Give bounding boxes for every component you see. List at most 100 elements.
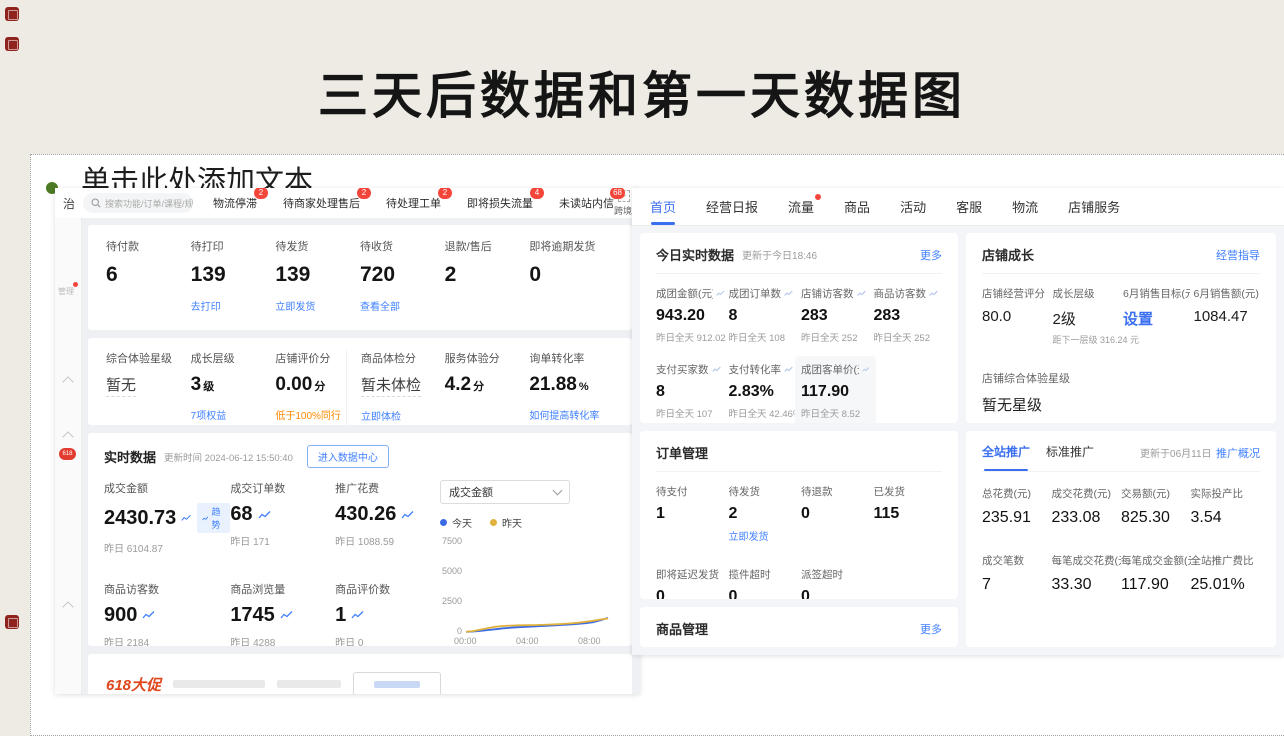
stat-previous: 昨日全天 252 xyxy=(801,330,870,344)
trend-icon[interactable] xyxy=(280,610,293,620)
stat-value[interactable]: 2级 xyxy=(1053,308,1120,329)
notification-badge: 4 xyxy=(530,188,544,199)
app-icon[interactable] xyxy=(5,7,19,21)
experience-link[interactable]: 7项权益 xyxy=(191,407,276,422)
growth-metrics: 店铺经营评分 80.0 成长层级 2级 距下一层级 316.24 元 xyxy=(982,286,1260,346)
experience-link[interactable]: 立即体检 xyxy=(361,408,445,423)
promotion-overview-link[interactable]: 推广概况 xyxy=(1216,445,1260,461)
tab-sitewide-promotion[interactable]: 全站推广 xyxy=(982,443,1030,462)
topbar-nav-item[interactable]: 未读站内信 68 xyxy=(559,195,614,211)
realtime-body: 成交金额 2430.73 趋势 昨日 6104.87 xyxy=(104,480,616,646)
chart-metric-select[interactable]: 成交金额 xyxy=(440,480,570,504)
tab-standard-promotion[interactable]: 标准推广 xyxy=(1046,443,1094,462)
experience-value-number: 4.2 xyxy=(445,374,471,395)
todo-action-link[interactable]: 立即发货 xyxy=(275,298,360,313)
todo-label: 退款/售后 xyxy=(445,238,530,254)
page: 三天后数据和第一天数据图 单击此处添加文本 治 搜索功能/订单/课程/规则/帮助… xyxy=(0,0,1284,694)
sidebar-item-label[interactable]: 管理 xyxy=(58,286,74,297)
stat-cell: 成团客单价(元) 117.90 昨日全天 8.52 xyxy=(795,356,876,423)
edge-label: 跨境 xyxy=(614,204,634,217)
trend-icon[interactable] xyxy=(351,610,364,620)
dashboard-day3: 首页 经营日报 流量 商品 活动 客服 物流 店铺服务 今日实时数据 xyxy=(632,188,1284,655)
topbar-nav-item[interactable]: 待处理工单 2 xyxy=(386,195,441,211)
todo-value: 0 xyxy=(529,263,614,287)
trend-icon[interactable] xyxy=(401,510,414,520)
topbar-nav-item[interactable]: 即将损失流量 4 xyxy=(467,195,533,211)
todo-value: 2 xyxy=(445,263,530,287)
stat-value: 3.54 xyxy=(1191,509,1261,527)
experience-value-unit: 分 xyxy=(473,381,484,393)
stat-cell: 派签超时 0 xyxy=(801,567,870,599)
top-nav-tab[interactable]: 客服 xyxy=(956,188,982,225)
legend-dot xyxy=(440,519,447,526)
top-nav-tab[interactable]: 物流 xyxy=(1012,188,1038,225)
stat-label: 已发货 xyxy=(874,484,943,499)
stat-action-link[interactable]: 立即发货 xyxy=(729,528,798,543)
promo-banner-button[interactable] xyxy=(353,672,441,694)
experience-value: 21.88% xyxy=(529,374,614,396)
legend-today[interactable]: 今天 xyxy=(440,515,472,530)
top-nav-tab[interactable]: 首页 xyxy=(650,188,676,225)
stat-value: 7 xyxy=(982,576,1052,594)
stat-cell: 商品访客数 283 昨日全天 252 xyxy=(874,286,943,344)
trend-badge-label: 趋势 xyxy=(211,505,225,531)
trend-icon[interactable] xyxy=(784,366,793,373)
top-nav-tab[interactable]: 经营日报 xyxy=(706,188,758,225)
left-sidebar[interactable]: 管理 618 xyxy=(55,218,82,694)
stat-label: 实际投产比 xyxy=(1191,486,1261,501)
placeholder-text-bar xyxy=(374,681,420,688)
trend-icon[interactable] xyxy=(862,366,869,373)
experience-item: 综合体验星级 暂无 xyxy=(106,350,191,425)
sidebar-red-dot xyxy=(73,282,78,287)
search-input[interactable]: 搜索功能/订单/课程/规则/帮助/服务 xyxy=(83,193,193,213)
stat-value[interactable]: 80.0 xyxy=(982,308,1049,325)
line-chart: 7500500025000 00:0004:0008:00 xyxy=(440,538,616,646)
todo-action-link[interactable]: 查看全部 xyxy=(360,298,445,313)
app-icon[interactable] xyxy=(5,37,19,51)
data-center-button[interactable]: 进入数据中心 xyxy=(307,445,389,468)
trend-badge[interactable]: 趋势 xyxy=(197,503,231,533)
top-nav-tab[interactable]: 商品 xyxy=(844,188,870,225)
sidebar-promo-badge[interactable]: 618 xyxy=(59,448,76,460)
chevron-up-icon[interactable] xyxy=(62,376,73,387)
chevron-up-icon[interactable] xyxy=(62,431,73,442)
trend-icon[interactable] xyxy=(712,366,721,373)
top-nav-tab[interactable]: 流量 xyxy=(788,188,814,225)
experience-value: 4.2分 xyxy=(445,374,530,396)
stat-cell: 支付买家数 8 昨日全天 107 xyxy=(656,362,725,420)
stat-previous: 昨日全天 108 xyxy=(729,330,798,344)
app-icon[interactable] xyxy=(5,615,19,629)
stat-label: 成交笔数 xyxy=(982,553,1052,568)
metric-previous: 昨日 6104.87 xyxy=(104,540,230,555)
metric-value: 1 xyxy=(335,604,346,627)
trend-icon[interactable] xyxy=(857,290,866,297)
chevron-up-icon[interactable] xyxy=(62,601,73,612)
stat-cell: 成团订单数 8 昨日全天 108 xyxy=(729,286,798,344)
experience-link[interactable]: 如何提高转化率 xyxy=(529,407,614,422)
trend-icon[interactable] xyxy=(716,290,725,297)
today-more-link[interactable]: 更多 xyxy=(920,247,942,263)
goods-more-link[interactable]: 更多 xyxy=(920,621,942,637)
trend-icon[interactable] xyxy=(142,610,155,620)
experience-value-number: 暂无 xyxy=(106,377,136,394)
topbar-nav-item[interactable]: 待商家处理售后 2 xyxy=(283,195,360,211)
stat-value[interactable]: 1084.47 xyxy=(1194,308,1261,325)
top-nav-tab[interactable]: 活动 xyxy=(900,188,926,225)
trend-icon[interactable] xyxy=(258,510,271,520)
legend-yesterday[interactable]: 昨天 xyxy=(490,515,522,530)
stat-value[interactable]: 设置 xyxy=(1123,308,1190,329)
topbar-nav-item[interactable]: 物流停滞 2 xyxy=(213,195,257,211)
goods-management-card: 商品管理 更多 出售中已售罄已下架 xyxy=(640,607,958,647)
growth-guide-link[interactable]: 经营指导 xyxy=(1216,247,1260,263)
trend-icon[interactable] xyxy=(181,513,191,523)
star-rating-block: 店铺综合体验星级 暂无星级 xyxy=(982,370,1260,415)
page-title: 三天后数据和第一天数据图 xyxy=(0,56,1284,128)
stat-label: 每笔成交金额(元) xyxy=(1121,553,1191,568)
todo-action-link[interactable]: 去打印 xyxy=(191,298,276,313)
goods-header: 商品管理 更多 xyxy=(656,619,942,647)
stat-value: 8 xyxy=(729,307,798,325)
trend-icon[interactable] xyxy=(929,290,938,297)
metric-label: 商品浏览量 xyxy=(230,581,335,597)
top-nav-tab[interactable]: 店铺服务 xyxy=(1068,188,1120,225)
trend-icon[interactable] xyxy=(784,290,793,297)
